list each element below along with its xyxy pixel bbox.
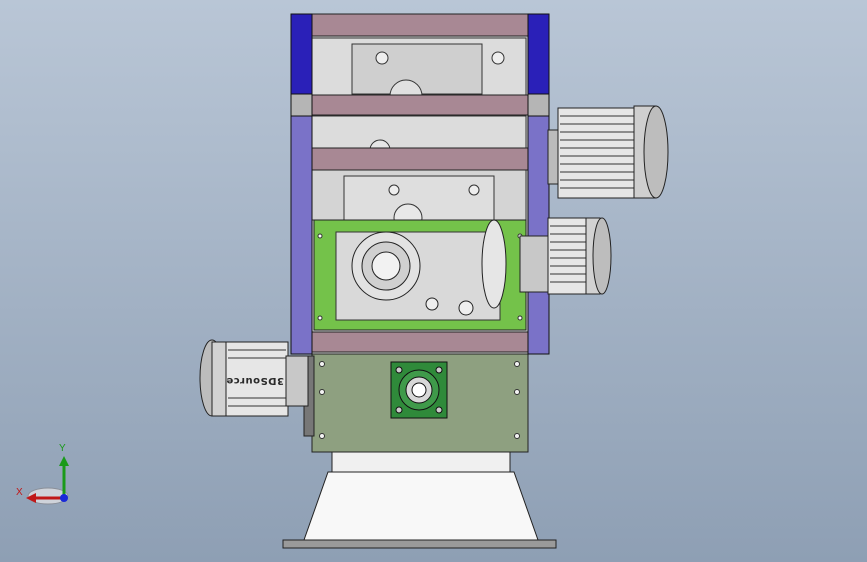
main-frame <box>290 13 550 355</box>
base-pedestal <box>282 451 557 549</box>
assembly-model <box>26 13 669 549</box>
flange-bearing <box>390 361 448 419</box>
cad-viewport[interactable]: 3DSource Y X <box>0 0 867 562</box>
axis-x-label: X <box>16 487 23 498</box>
motor-upper-right <box>547 105 669 199</box>
z-axis-dot <box>60 494 68 502</box>
motor-brand-label: 3DSource <box>225 375 284 386</box>
axis-triad <box>26 456 69 505</box>
axis-y-label: Y <box>59 443 66 454</box>
